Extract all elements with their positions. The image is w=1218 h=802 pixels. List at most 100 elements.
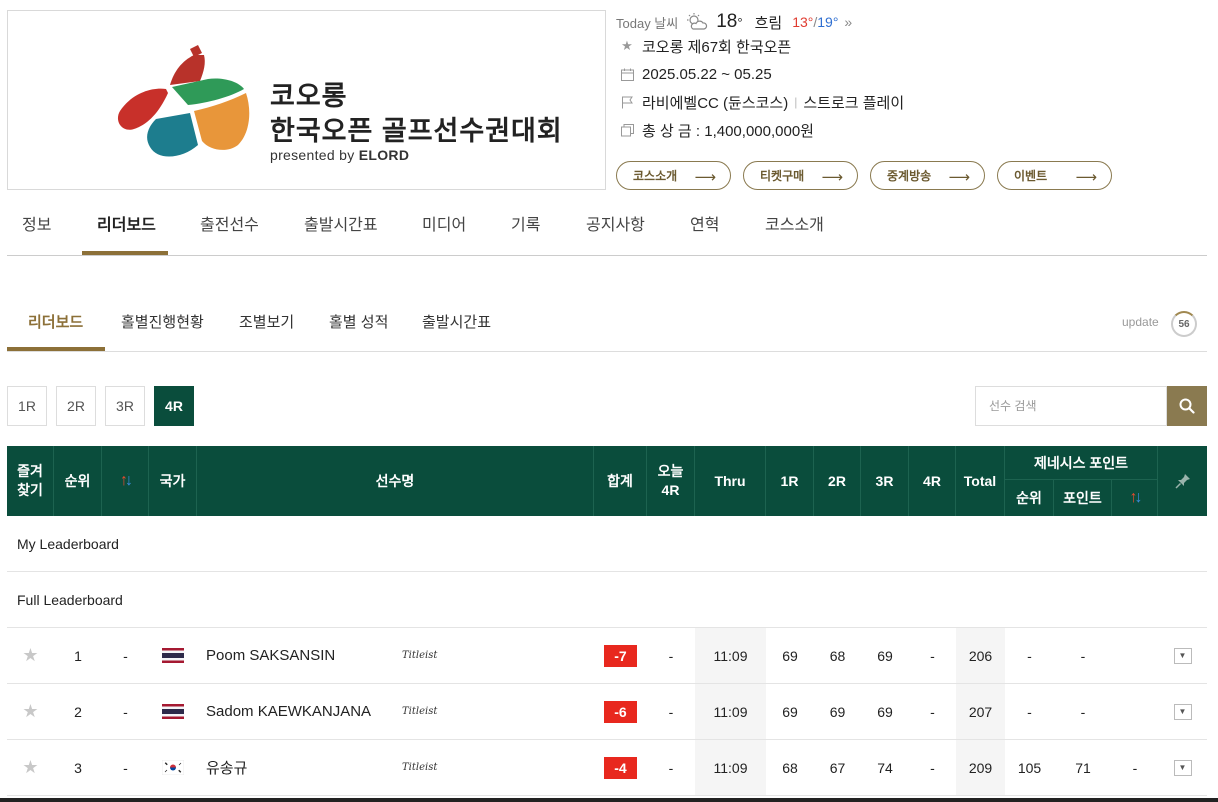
weather-more-icon[interactable]: »	[844, 14, 852, 30]
tournament-name: 코오롱 제67회 한국오픈	[642, 38, 792, 56]
rank-cell: 1	[74, 647, 82, 664]
favorite-star-icon[interactable]: ★	[7, 628, 54, 683]
tab-media[interactable]: 미디어	[422, 200, 466, 256]
player-name[interactable]: Poom SAKSANSIN	[206, 628, 396, 683]
tournament-prize-row: 총 상 금 : 1,400,000,000원	[620, 119, 814, 141]
country-cell	[149, 684, 197, 739]
header-total-score: 합계	[594, 446, 647, 516]
round-3-button[interactable]: 3R	[105, 386, 145, 426]
header-rank: 순위	[54, 446, 102, 516]
country-cell	[149, 628, 197, 683]
tab-tee-times[interactable]: 출발시간표	[304, 200, 378, 256]
search-button[interactable]	[1167, 386, 1207, 426]
total-score-cell: -4	[594, 740, 647, 795]
chevron-down-icon[interactable]: ▼	[1173, 759, 1192, 776]
subtab-hole-progress[interactable]: 홀별진행현황	[121, 297, 204, 349]
main-nav: 정보 리더보드 출전선수 출발시간표 미디어 기록 공지사항 연혁 코스소개	[7, 200, 1207, 256]
tab-records[interactable]: 기록	[511, 200, 540, 256]
subtab-groups[interactable]: 조별보기	[239, 297, 294, 349]
bottom-border	[0, 798, 1218, 802]
genesis-rank-cell: -	[1027, 703, 1032, 720]
weather-low: 13°	[792, 14, 814, 30]
tab-history[interactable]: 연혁	[690, 200, 719, 256]
tab-leaderboard[interactable]: 리더보드	[97, 200, 156, 256]
round-4-button[interactable]: 4R	[154, 386, 194, 426]
logo-title-line1: 코오롱	[270, 81, 348, 111]
today-cell: -	[668, 759, 674, 776]
sort-down: ↓	[1134, 489, 1143, 506]
genesis-rank-cell: -	[1027, 647, 1032, 664]
player-name[interactable]: 유송규	[206, 740, 396, 795]
r3-cell: 69	[877, 703, 893, 720]
round-2-button[interactable]: 2R	[56, 386, 96, 426]
header-favorite: 즐겨 찾기	[7, 446, 54, 516]
genesis-points-cell: -	[1080, 703, 1086, 720]
subtab-tee-times[interactable]: 출발시간표	[422, 297, 491, 349]
today-cell: -	[668, 703, 674, 720]
player-search-input[interactable]	[975, 386, 1167, 426]
header-rank-sort[interactable]: ↑↓	[102, 446, 149, 516]
presented-prefix: presented by	[270, 147, 359, 163]
subtab-leaderboard[interactable]: 리더보드	[28, 297, 83, 349]
sponsor-logo: Titleist	[402, 650, 438, 661]
header-pin[interactable]	[1158, 446, 1207, 516]
chevron-down-icon[interactable]: ▼	[1173, 647, 1192, 664]
tournament-logo: 코오롱 한국오픈 골프선수권대회 presented by ELORD	[7, 10, 606, 190]
r1-cell: 68	[782, 759, 798, 776]
broadcast-button[interactable]: 중계방송 ⟶	[870, 161, 985, 190]
sponsor-logo: Titleist	[402, 706, 438, 717]
header-genesis-points-value: 포인트	[1054, 480, 1112, 516]
r2-cell: 68	[829, 647, 846, 664]
header-r2: 2R	[814, 446, 861, 516]
tournament-format: 스트로크 플레이	[803, 94, 905, 112]
player-name[interactable]: Sadom KAEWKANJANA	[206, 684, 396, 739]
header-player: 선수명	[197, 446, 594, 516]
tab-notice[interactable]: 공지사항	[586, 200, 645, 256]
rank-cell: 2	[74, 703, 82, 720]
flag-icon	[620, 95, 634, 109]
score-badge: -4	[604, 756, 637, 779]
thru-cell: 11:09	[695, 740, 766, 795]
genesis-rank-cell: 105	[1017, 759, 1042, 776]
event-button[interactable]: 이벤트 ⟶	[997, 161, 1112, 190]
r4-cell: -	[930, 759, 935, 776]
header-genesis-rank: 순위	[1005, 480, 1054, 516]
genesis-move-cell	[1112, 684, 1158, 739]
presented-brand: ELORD	[358, 147, 410, 163]
today-line1: 오늘	[657, 463, 684, 480]
row-expand-cell: ▼	[1158, 740, 1207, 795]
star-icon: ★	[621, 38, 633, 53]
rank-move-cell: -	[123, 703, 128, 720]
pill-label: 티켓구매	[760, 169, 805, 183]
update-label: update	[1122, 315, 1159, 329]
genesis-points-cell: 71	[1075, 759, 1091, 776]
thailand-flag-icon	[162, 648, 184, 663]
tab-course[interactable]: 코스소개	[765, 200, 824, 256]
header-total: Total	[956, 446, 1005, 516]
country-cell	[149, 740, 197, 795]
tournament-prize: 총 상 금 : 1,400,000,000원	[642, 122, 814, 140]
long-arrow-right-icon: ⟶	[694, 169, 716, 186]
course-intro-button[interactable]: 코스소개 ⟶	[616, 161, 731, 190]
chevron-down-icon[interactable]: ▼	[1173, 703, 1192, 720]
update-countdown-badge[interactable]: 56	[1171, 311, 1197, 337]
r3-cell: 69	[877, 647, 893, 664]
ticket-purchase-button[interactable]: 티켓구매 ⟶	[743, 161, 858, 190]
r1-cell: 69	[782, 647, 798, 664]
favorite-star-icon[interactable]: ★	[7, 740, 54, 795]
weather-degree: °	[737, 14, 743, 30]
divider: |	[794, 95, 798, 109]
tab-players[interactable]: 출전선수	[200, 200, 259, 256]
sub-nav: 리더보드 홀별진행현황 조별보기 홀별 성적 출발시간표	[7, 297, 1207, 352]
header-genesis-sort[interactable]: ↑↓	[1112, 480, 1158, 516]
tab-info[interactable]: 정보	[22, 200, 51, 256]
subtab-hole-stats[interactable]: 홀별 성적	[329, 297, 388, 349]
header-today: 오늘 4R	[647, 446, 695, 516]
long-arrow-right-icon: ⟶	[948, 169, 970, 186]
header-r1: 1R	[766, 446, 814, 516]
favorite-star-icon[interactable]: ★	[7, 684, 54, 739]
today-line2: 4R	[661, 482, 680, 498]
pill-label: 중계방송	[887, 169, 932, 183]
tournament-venue-row: 라비에벨CC (듄스코스) | 스트로크 플레이	[620, 91, 904, 113]
round-1-button[interactable]: 1R	[7, 386, 47, 426]
